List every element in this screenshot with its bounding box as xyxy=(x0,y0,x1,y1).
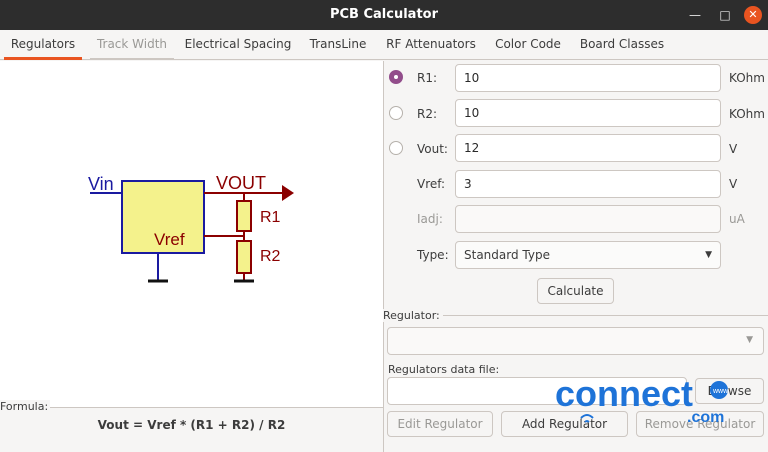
r1-resistor xyxy=(236,200,252,232)
vout-unit: V xyxy=(729,142,738,156)
vout-input[interactable] xyxy=(455,134,721,162)
vout-arrow xyxy=(282,185,294,201)
minimize-icon[interactable]: — xyxy=(686,6,704,24)
window-title: PCB Calculator xyxy=(329,7,439,22)
type-select-value: Standard Type xyxy=(464,248,550,262)
r1-input[interactable] xyxy=(455,64,721,92)
watermark-www: www xyxy=(712,388,729,395)
vref-unit: V xyxy=(729,177,738,191)
r2-input[interactable] xyxy=(455,99,721,127)
vout-radio[interactable] xyxy=(389,141,403,155)
tab-transline[interactable]: TransLine xyxy=(304,30,372,60)
r2-label: R2 xyxy=(260,248,281,265)
type-select[interactable]: Standard Type ▼ xyxy=(455,241,721,269)
r2-resistor xyxy=(236,240,252,274)
close-icon[interactable]: ✕ xyxy=(744,6,762,24)
type-label-text: Type: xyxy=(417,248,449,262)
r2-unit: KOhm xyxy=(729,107,765,121)
formula-text: Vout = Vref * (R1 + R2) / R2 xyxy=(97,418,286,432)
regulator-group-label: Regulator: xyxy=(383,309,443,322)
r1-label-text: R1: xyxy=(417,71,438,85)
tab-bar: Regulators Track Width Electrical Spacin… xyxy=(0,30,768,60)
tab-electrical-spacing[interactable]: Electrical Spacing xyxy=(184,30,292,60)
vin-label: Vin xyxy=(88,174,114,194)
data-file-label: Regulators data file: xyxy=(388,363,500,376)
regulator-schematic: Vin Vref VOUT R1 R2 xyxy=(88,173,294,283)
regulator-combo[interactable]: ▼ xyxy=(387,327,764,355)
connect-watermark-logo: connect www .com xyxy=(555,373,729,426)
edit-regulator-button[interactable]: Edit Regulator xyxy=(387,411,493,437)
tab-board-classes[interactable]: Board Classes xyxy=(578,30,666,60)
vref-label: Vref xyxy=(154,230,185,249)
vout-label-text: Vout: xyxy=(417,142,448,156)
tab-rf-attenuators[interactable]: RF Attenuators xyxy=(382,30,480,60)
r1-radio[interactable] xyxy=(389,70,403,84)
iadj-label-text: Iadj: xyxy=(417,212,443,226)
tab-track-width[interactable]: Track Width xyxy=(90,30,174,60)
iadj-input[interactable] xyxy=(455,205,721,233)
r1-unit: KOhm xyxy=(729,71,765,85)
chevron-down-icon: ▼ xyxy=(705,250,712,260)
chevron-down-icon: ▼ xyxy=(746,335,753,345)
watermark-domain: .com xyxy=(687,409,724,426)
vref-input[interactable] xyxy=(455,170,721,198)
tab-regulators[interactable]: Regulators xyxy=(4,30,82,60)
watermark-text: connect xyxy=(555,373,693,414)
r1-label: R1 xyxy=(260,209,281,226)
vref-label-text: Vref: xyxy=(417,177,446,191)
title-bar: PCB Calculator — □ ✕ xyxy=(0,0,768,30)
r2-radio[interactable] xyxy=(389,106,403,120)
calculate-button[interactable]: Calculate xyxy=(537,278,614,304)
panel-divider xyxy=(383,61,384,452)
vout-label: VOUT xyxy=(216,173,266,193)
tab-color-code[interactable]: Color Code xyxy=(490,30,566,60)
r2-label-text: R2: xyxy=(417,107,438,121)
maximize-icon[interactable]: □ xyxy=(716,6,734,24)
iadj-unit: uA xyxy=(729,212,745,226)
wifi-icon xyxy=(580,414,594,423)
formula-label: Formula: xyxy=(0,400,51,413)
